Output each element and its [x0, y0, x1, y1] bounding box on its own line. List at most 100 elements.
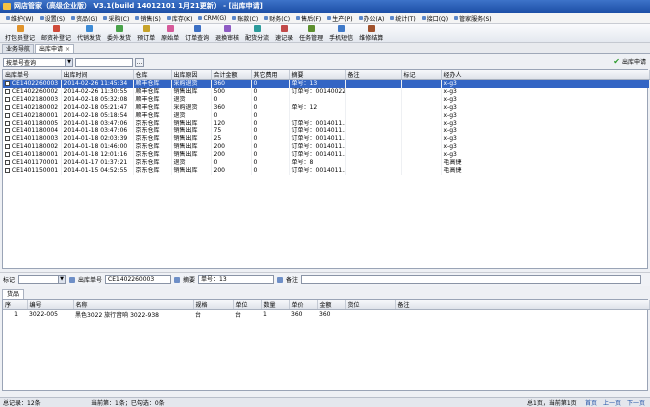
table-cell: CE1402180003 — [3, 95, 62, 104]
first-page-link[interactable]: 首页 — [582, 398, 600, 407]
toolbar-button-2[interactable]: 代销发货 — [74, 24, 104, 42]
table-cell: 销售出库 — [171, 127, 212, 136]
grid-column-header[interactable]: 出库单号 — [3, 70, 62, 80]
toolbar-button-9[interactable]: 速记录 — [272, 24, 296, 42]
goods-column-header[interactable]: 单位 — [233, 300, 262, 310]
menu-item-4[interactable]: 销售(S) — [132, 14, 164, 23]
row-checkbox[interactable] — [5, 88, 10, 94]
table-row[interactable]: CE1402180001 2014-02-18 05:18:54 顺丰仓库 退货 0 0 x… — [3, 111, 650, 120]
table-row[interactable]: CE1401150001 2014-01-15 04:52:55 京东仓库 销售出库 2… — [3, 166, 650, 175]
summary-field[interactable]: 单号：13 — [198, 275, 275, 284]
table-row[interactable]: 1 3022-005 黑色3022 旅行音响 3022-938 台 台 1 360 360 — [3, 310, 649, 319]
menu-item-12[interactable]: 统计(T) — [387, 14, 418, 23]
toolbar-button-12[interactable]: 维修结算 — [356, 24, 386, 42]
tab-goods[interactable]: 货品 — [2, 289, 25, 299]
menu-item-5[interactable]: 库存(K) — [164, 14, 196, 23]
table-row[interactable]: CE1401180004 2014-01-18 03:47:06 京东仓库 销售出库 7… — [3, 127, 650, 136]
menu-item-13[interactable]: 接口(Q) — [419, 14, 451, 23]
table-cell: 0 — [251, 127, 290, 136]
table-row[interactable]: CE1402180002 2014-02-18 05:21:47 顺丰仓库 采购退货 3… — [3, 103, 650, 112]
prev-page-link[interactable]: 上一页 — [600, 398, 624, 407]
grid-column-header[interactable]: 标记 — [401, 70, 442, 80]
grid-column-header[interactable]: 摘要 — [289, 70, 346, 80]
row-checkbox[interactable] — [5, 120, 10, 126]
grid-column-header[interactable]: 经办人 — [441, 70, 650, 80]
next-page-link[interactable]: 下一页 — [624, 398, 648, 407]
row-checkbox[interactable] — [5, 144, 10, 150]
row-checkbox[interactable] — [5, 81, 10, 86]
menu-item-3[interactable]: 采购(C) — [100, 14, 132, 23]
grid-column-header[interactable]: 备注 — [345, 70, 402, 80]
row-checkbox[interactable] — [5, 112, 10, 118]
toolbar-button-8[interactable]: 配货分流 — [242, 24, 272, 42]
table-cell: CE1401150001 — [3, 166, 62, 175]
table-row[interactable]: CE1402260003 2014-02-26 11:45:34 顺丰仓库 采购退货 3… — [3, 79, 650, 88]
toolbar-button-7[interactable]: 退换审核 — [212, 24, 242, 42]
grid-column-header[interactable]: 仓库 — [133, 70, 172, 80]
toolbar-button-3[interactable]: 委外发货 — [104, 24, 134, 42]
grid-column-header[interactable]: 出库原因 — [171, 70, 212, 80]
search-button[interactable]: … — [135, 57, 144, 67]
row-checkbox[interactable] — [5, 167, 10, 173]
grid-column-header[interactable]: 合计金额 — [211, 70, 252, 80]
table-row[interactable]: CE1401170001 2014-01-17 01:37:21 京东仓库 退货 0 0 单… — [3, 159, 650, 167]
row-checkbox[interactable] — [5, 128, 10, 134]
close-tab-icon[interactable]: × — [65, 46, 70, 53]
menu-item-11[interactable]: 办公(A) — [356, 14, 388, 23]
menu-item-8[interactable]: 财务(C) — [261, 14, 293, 23]
toolbar-button-0[interactable]: 打包员登记 — [2, 24, 38, 42]
tab-business-nav[interactable]: 业务导航 — [2, 44, 35, 53]
toolbar-button-1[interactable]: 邮资补登记 — [38, 24, 74, 42]
table-cell: 京东仓库 — [133, 159, 172, 167]
menu-item-6[interactable]: CRM(G) — [195, 15, 229, 22]
table-cell — [345, 166, 402, 175]
toolbar: 打包员登记 邮资补登记 代销发货 委外发货 预订单 原始单 订单查询 退换审核 配货分流 速记录任… — [0, 24, 650, 43]
table-row[interactable]: CE1401180002 2014-01-18 01:46:00 京东仓库 销售出库 2… — [3, 143, 650, 152]
mark-select[interactable]: ▼ — [18, 275, 67, 284]
toolbar-button-11[interactable]: 手机短信 — [326, 24, 356, 42]
row-checkbox[interactable] — [5, 96, 10, 102]
goods-column-header[interactable]: 数量 — [261, 300, 290, 310]
table-row[interactable]: CE1402180003 2014-02-18 05:32:08 顺丰仓库 退货 0 0 x… — [3, 95, 650, 104]
remark-field[interactable] — [301, 275, 642, 284]
table-row[interactable]: CE1401180005 2014-01-18 03:47:06 京东仓库 销售出库 1… — [3, 119, 650, 128]
out-request-button[interactable]: ✔ 出库申请 — [613, 57, 646, 66]
goods-column-header[interactable]: 编号 — [27, 300, 74, 310]
goods-column-header[interactable]: 名称 — [73, 300, 194, 310]
toolbar-button-4[interactable]: 预订单 — [134, 24, 158, 42]
goods-column-header[interactable]: 规格 — [193, 300, 234, 310]
table-cell: 台 — [235, 312, 242, 319]
query-mode-select[interactable]: 按单号查询 ▼ — [3, 57, 73, 67]
row-checkbox[interactable] — [5, 160, 10, 166]
toolbar-button-5[interactable]: 原始单 — [158, 24, 182, 42]
table-row[interactable]: CE1401180003 2014-01-18 02:03:39 京东仓库 销售出库 2… — [3, 135, 650, 144]
goods-column-header[interactable]: 序 — [3, 300, 28, 310]
menu-item-9[interactable]: 售后(F) — [293, 14, 324, 23]
table-row[interactable]: CE1401180001 2014-01-18 12:01:16 京东仓库 销售出库 2… — [3, 151, 650, 160]
goods-column-header[interactable]: 备注 — [395, 300, 650, 310]
toolbar-button-10[interactable]: 任务管理 — [296, 24, 326, 42]
menu-icon — [71, 16, 76, 20]
table-cell: 0 — [251, 103, 290, 112]
table-row[interactable]: CE1402260002 2014-02-26 11:30:55 顺丰仓库 销售出库 5… — [3, 87, 650, 96]
grid-column-header[interactable]: 其它费用 — [251, 70, 290, 80]
toolbar-button-6[interactable]: 订单查询 — [182, 24, 212, 42]
menu-item-14[interactable]: 管家服务(S) — [451, 14, 495, 23]
tab-out-request[interactable]: 出库申请 × — [35, 44, 75, 53]
row-checkbox[interactable] — [5, 136, 10, 142]
table-cell: x-g3 — [441, 79, 650, 88]
menu-item-1[interactable]: 设置(S) — [37, 14, 69, 23]
grid-column-header[interactable]: 出库时间 — [61, 70, 134, 80]
goods-column-header[interactable]: 单价 — [289, 300, 318, 310]
menu-item-0[interactable]: 维护(W) — [3, 14, 37, 23]
menu-item-10[interactable]: 生产(P) — [324, 14, 355, 23]
goods-column-header[interactable]: 货位 — [345, 300, 396, 310]
goods-column-header[interactable]: 金额 — [317, 300, 346, 310]
search-input[interactable] — [75, 57, 133, 67]
row-checkbox[interactable] — [5, 152, 10, 158]
menu-item-2[interactable]: 资品(G) — [68, 14, 100, 23]
table-cell — [401, 127, 442, 136]
menu-item-7[interactable]: 账款(C) — [229, 14, 261, 23]
row-checkbox[interactable] — [5, 104, 10, 110]
out-no-field[interactable]: CE1402260003 — [105, 275, 172, 284]
